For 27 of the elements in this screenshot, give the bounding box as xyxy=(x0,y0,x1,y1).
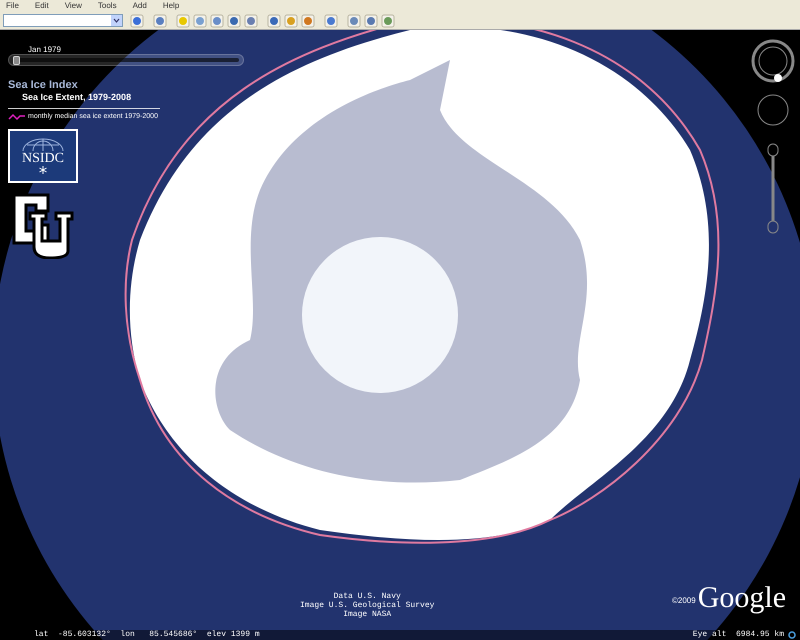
menu-item[interactable]: Edit xyxy=(34,0,49,12)
credit-text: Data U.S. Navy xyxy=(334,592,401,601)
credit-text: Image U.S. Geological Survey xyxy=(300,601,434,610)
compass-ring-icon[interactable] xyxy=(750,38,796,84)
coordinates-text: lat -85.603132° lon 85.545686° elev 1399 m xyxy=(34,629,260,640)
copyright-text: ©2009 xyxy=(672,595,696,607)
legend-title: Sea Ice Index xyxy=(8,80,78,91)
menu-item[interactable]: Tools xyxy=(98,0,117,12)
menu-item[interactable]: Help xyxy=(162,0,180,12)
google-logo-text: Google xyxy=(698,583,786,613)
time-slider[interactable] xyxy=(8,54,244,66)
streaming-ring-icon xyxy=(788,631,796,639)
legend-subtitle: Sea Ice Extent, 1979-2008 xyxy=(22,93,132,104)
menu-item[interactable]: Add xyxy=(132,0,147,12)
credit-text: Image NASA xyxy=(343,610,392,619)
snowflake-icon xyxy=(39,166,47,174)
look-joystick-icon[interactable] xyxy=(756,93,790,127)
menu-item[interactable]: File xyxy=(6,0,19,12)
search-field[interactable] xyxy=(3,14,123,27)
nsidc-logo-text: NSIDC xyxy=(22,152,64,166)
eye-altitude-text: Eye alt 6984.95 km xyxy=(692,629,784,640)
menu-item[interactable]: View xyxy=(64,0,82,12)
slider-thumb[interactable] xyxy=(13,56,20,65)
globe-grid-icon xyxy=(21,138,65,152)
legend-line-icon xyxy=(8,113,26,122)
time-slider-label: Jan 1979 xyxy=(28,46,61,54)
zoom-slider-icon[interactable] xyxy=(765,143,781,235)
